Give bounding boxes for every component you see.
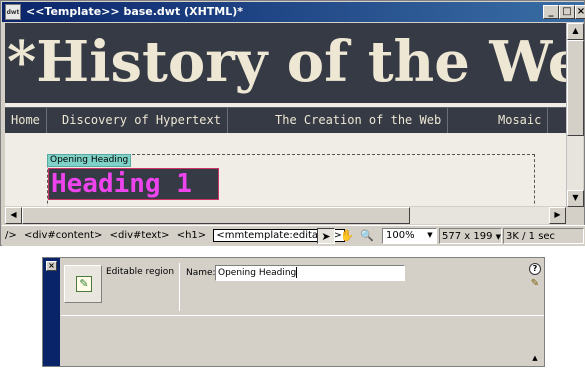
close-icon[interactable]: × [46, 261, 57, 271]
magnifier-icon[interactable]: 🔍 [358, 228, 376, 244]
nav-item-creation-of-the-web[interactable]: The Creation of the Web [269, 108, 449, 133]
banner-title: *History of the Web [7, 29, 566, 95]
title-bar[interactable]: dwt <<Template>> base.dwt (XHTML)* _ □ × [2, 2, 585, 22]
download-time-field: 3K / 1 sec [503, 228, 584, 244]
nav-item-home[interactable]: Home [5, 108, 47, 133]
horizontal-scroll-thumb[interactable] [22, 207, 410, 224]
close-button[interactable]: × [575, 5, 585, 19]
property-inspector: × ✎ Editable region Name: Opening Headin… [42, 257, 545, 367]
scroll-up-button[interactable]: ▲ [567, 23, 584, 40]
tag-selector: /> <div#content> <div#text> <h1> <mmtemp… [5, 229, 349, 242]
editable-region-tab[interactable]: Opening Heading [47, 154, 132, 167]
text-caret [296, 267, 298, 278]
scrollbar-corner [566, 207, 583, 224]
quick-tag-edit-icon[interactable]: ✎ [529, 278, 541, 290]
tag-item[interactable]: <div#text> [110, 230, 170, 241]
zoom-select[interactable]: 100% ▼ [382, 228, 437, 244]
chevron-down-icon[interactable]: ▼ [424, 229, 436, 243]
scroll-left-button[interactable]: ◀ [5, 207, 22, 224]
chevron-down-icon[interactable]: ▼ [496, 233, 501, 241]
help-icon[interactable]: ? [529, 263, 541, 275]
document-window: dwt <<Template>> base.dwt (XHTML)* _ □ ×… [0, 0, 585, 246]
page-banner: *History of the Web [5, 23, 566, 103]
heading-block[interactable]: Heading 1 [48, 168, 219, 200]
maximize-button[interactable]: □ [559, 5, 575, 19]
divider [61, 315, 544, 316]
window-title: <<Template>> base.dwt (XHTML)* [26, 5, 244, 18]
tag-item[interactable]: <div#content> [24, 230, 102, 241]
name-label: Name: [186, 268, 216, 278]
name-field[interactable]: Opening Heading [215, 265, 405, 281]
status-bar: /> <div#content> <div#text> <h1> <mmtemp… [2, 225, 585, 246]
hand-icon[interactable]: ✋ [338, 228, 356, 244]
nav-bar: Home Discovery of Hypertext The Creation… [5, 107, 566, 133]
nav-item-discovery-of-hypertext[interactable]: Discovery of Hypertext [56, 108, 228, 133]
tag-item[interactable]: /> [5, 230, 17, 241]
scroll-down-button[interactable]: ▼ [567, 190, 584, 207]
divider [179, 263, 180, 311]
vertical-scrollbar[interactable]: ▲ ▼ [566, 23, 584, 207]
minimize-button[interactable]: _ [543, 5, 559, 19]
arrow-pointer-icon[interactable]: ➤ [317, 228, 335, 244]
tag-item[interactable]: <h1> [177, 230, 206, 241]
region-icon-frame: ✎ [64, 265, 102, 303]
inspector-handle[interactable]: × [43, 258, 60, 366]
expand-triangle-icon[interactable]: ▲ [530, 354, 540, 362]
design-view[interactable]: *History of the Web Home Discovery of Hy… [5, 23, 566, 206]
nav-item-mosaic[interactable]: Mosaic [492, 108, 549, 133]
window-size-value: 577 x 199 [442, 231, 493, 242]
window-size-field[interactable]: 577 x 199 ▼ [439, 228, 502, 244]
document-icon: dwt [5, 4, 21, 20]
horizontal-scrollbar[interactable]: ◀ ▶ [5, 207, 566, 224]
zoom-value: 100% [386, 230, 415, 241]
vertical-scroll-thumb[interactable] [567, 40, 584, 136]
region-type-label: Editable region [106, 267, 175, 277]
scroll-right-button[interactable]: ▶ [549, 207, 566, 224]
editable-region-icon: ✎ [76, 276, 92, 292]
heading-text: Heading 1 [51, 169, 192, 199]
name-field-value: Opening Heading [218, 268, 297, 278]
